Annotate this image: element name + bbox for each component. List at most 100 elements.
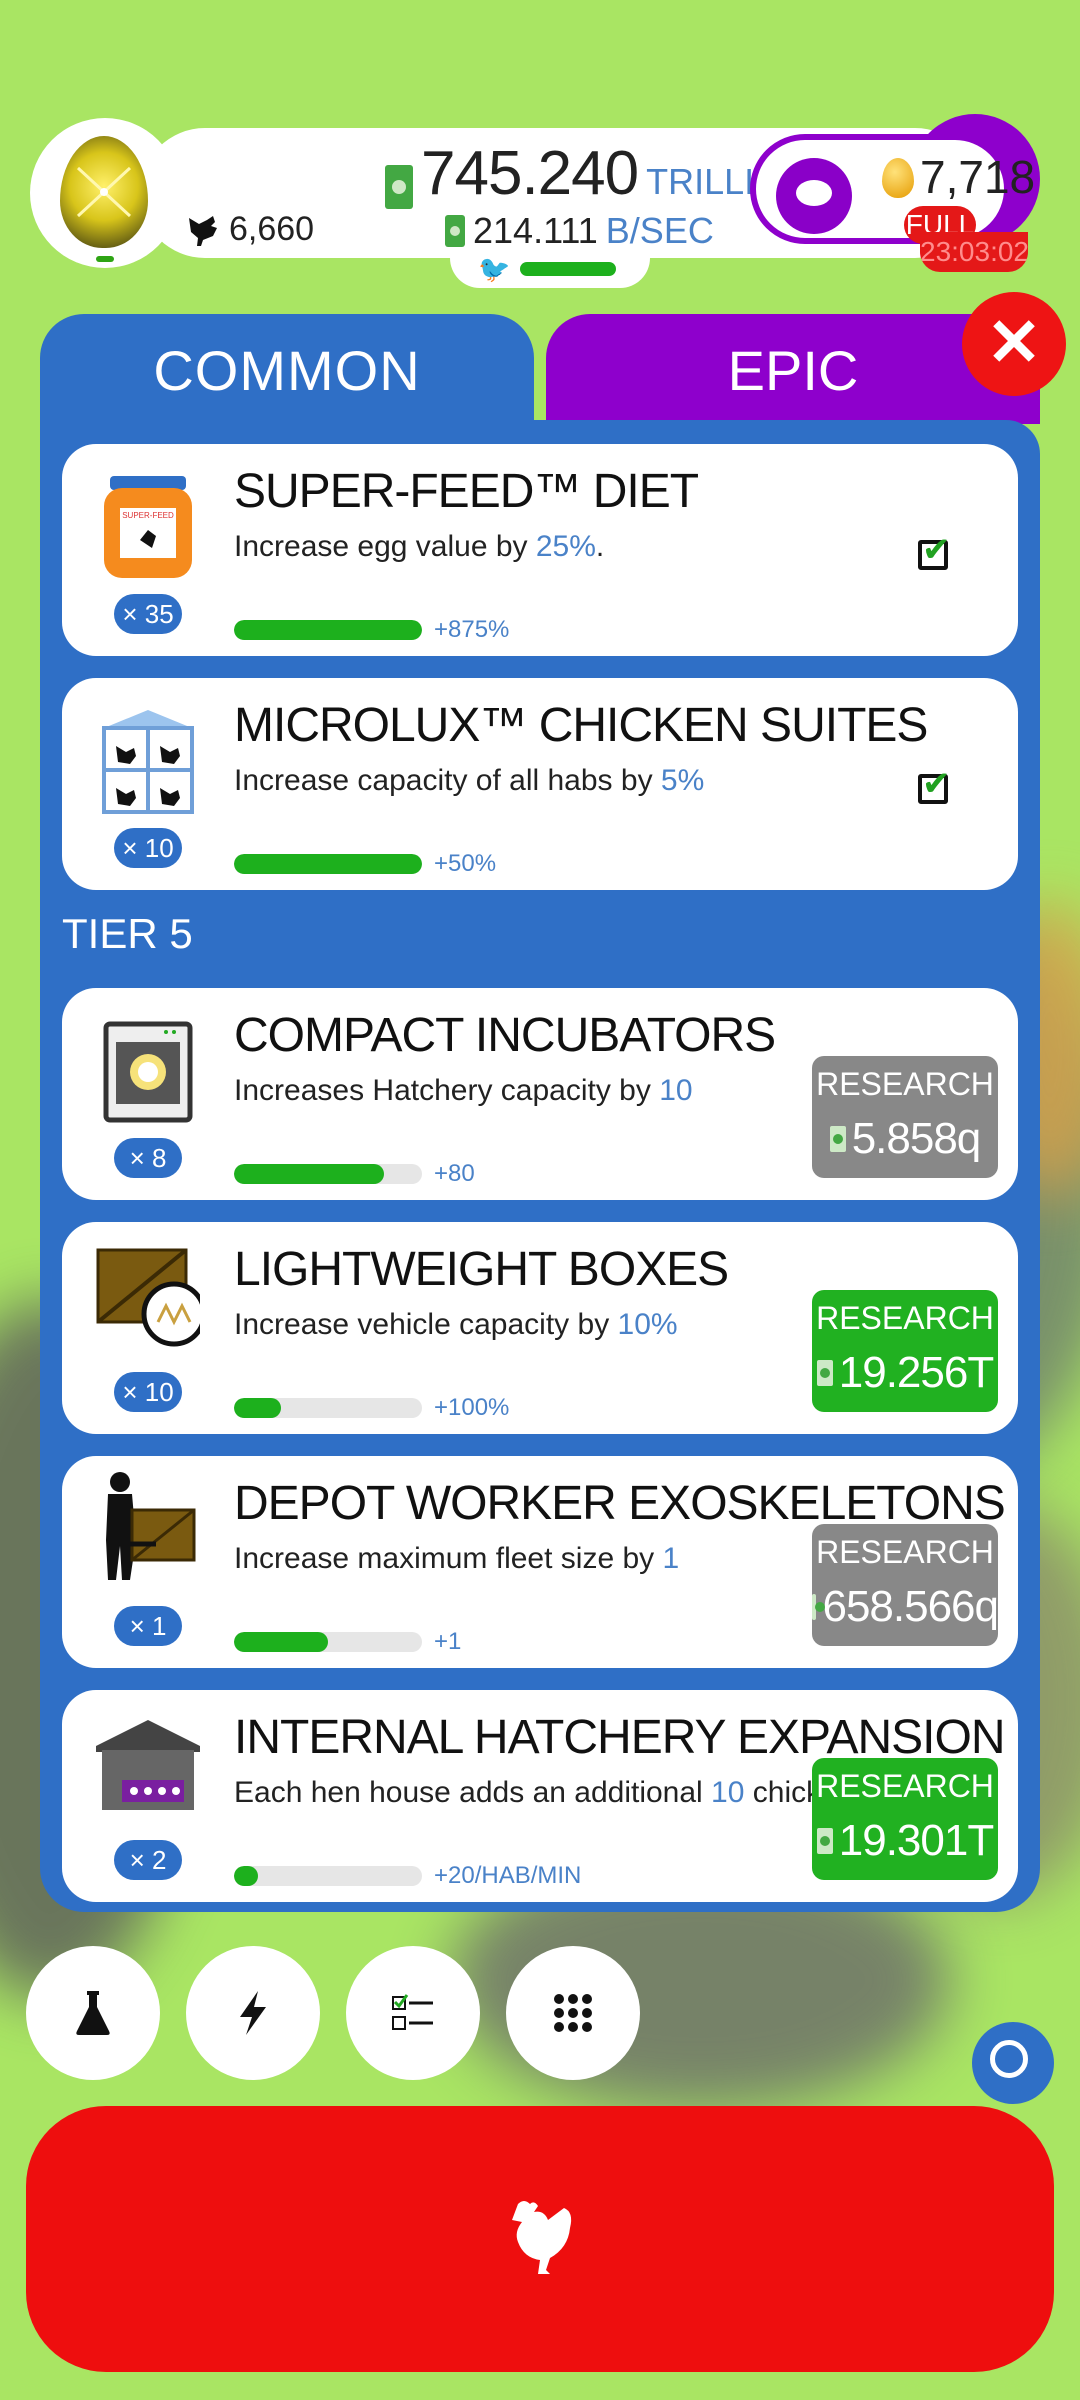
research-description: Increase egg value by 25%. <box>234 530 604 564</box>
research-progress-label: +1 <box>434 1628 462 1655</box>
egg-sparkle-icon <box>76 166 132 218</box>
research-level: × 10 <box>114 1372 182 1412</box>
research-progress <box>234 620 422 640</box>
menu-grid-button[interactable] <box>506 1946 640 2080</box>
research-description: Increase vehicle capacity by 10% <box>234 1308 678 1342</box>
lightning-icon <box>240 1991 266 2035</box>
complete-check-icon <box>918 764 951 804</box>
research-level: × 10 <box>114 828 182 868</box>
worker-exoskeleton-icon <box>106 1472 196 1580</box>
cash-icon <box>385 165 413 209</box>
desc-value: 10 <box>711 1776 745 1809</box>
progress-fill <box>234 1866 259 1886</box>
research-button[interactable]: RESEARCH 19.256T <box>812 1290 998 1412</box>
money-value: 745.240 <box>421 139 639 208</box>
research-tabs: COMMON EPIC <box>40 314 1040 444</box>
svg-text:SUPER-FEED: SUPER-FEED <box>122 511 174 520</box>
grid-icon <box>554 1994 592 2032</box>
research-title: DEPOT WORKER EXOSKELETONS <box>234 1477 1006 1530</box>
cash-icon <box>812 1594 827 1620</box>
golden-egg-icon <box>882 158 914 198</box>
golden-egg-count: 7,718 <box>920 151 1036 203</box>
research-description: Increase capacity of all habs by 5% <box>234 764 704 798</box>
research-cost-value: 19.256T <box>838 1348 994 1397</box>
close-button[interactable]: ✕ <box>962 292 1066 396</box>
research-lab-button[interactable] <box>26 1946 160 2080</box>
research-title: LIGHTWEIGHT BOXES <box>234 1243 729 1296</box>
piggy-pill: 7,718 FULL <box>750 134 1035 244</box>
drone-bird-icon: 🐦 <box>478 254 511 284</box>
desc-value: 5% <box>660 764 705 797</box>
chicken-icon <box>512 2201 572 2274</box>
desc-prefix: Increase maximum fleet size by <box>234 1542 663 1575</box>
research-progress <box>234 854 422 874</box>
research-progress-label: +80 <box>434 1160 475 1187</box>
research-title: SUPER-FEED™ DIET <box>234 465 699 518</box>
progress-fill <box>234 620 422 640</box>
income-rate: 214.111 B/SEC <box>445 210 714 252</box>
research-button[interactable]: RESEARCH 5.858q <box>812 1056 998 1178</box>
cash-icon <box>816 1828 833 1854</box>
research-title: INTERNAL HATCHERY EXPANSION <box>234 1711 1006 1764</box>
chicken-suites-icon <box>102 710 194 814</box>
research-card-lightweight-boxes: × 10 LIGHTWEIGHT BOXES Increase vehicle … <box>62 1222 1018 1434</box>
research-cost: 19.301T <box>812 1816 998 1866</box>
desc-prefix: Increases Hatchery capacity by <box>234 1074 660 1107</box>
desc-prefix: Increase egg value by <box>234 530 536 563</box>
research-button-label: RESEARCH <box>816 1300 994 1336</box>
research-button-label: RESEARCH <box>816 1768 994 1804</box>
progress-fill <box>234 1398 281 1418</box>
research-panel[interactable]: SUPER-FEED × 35 SUPER-FEED™ DIET Increas… <box>40 420 1040 1912</box>
flask-icon <box>76 1991 110 2035</box>
research-button-label: RESEARCH <box>816 1534 994 1570</box>
cash-icon <box>829 1126 846 1152</box>
desc-prefix: Increase vehicle capacity by <box>234 1308 618 1341</box>
research-level: × 8 <box>114 1138 182 1178</box>
research-card-compact-incubators: × 8 COMPACT INCUBATORS Increases Hatcher… <box>62 988 1018 1200</box>
desc-prefix: Increase capacity of all habs by <box>234 764 661 797</box>
research-button[interactable]: RESEARCH 658.566q <box>812 1524 999 1646</box>
rate-value: 214.111 <box>473 210 598 251</box>
boosts-button[interactable] <box>186 1946 320 2080</box>
research-level: × 2 <box>114 1840 182 1880</box>
research-progress <box>234 1632 422 1652</box>
settings-circle-button[interactable] <box>972 2022 1054 2104</box>
research-progress-label: +875% <box>434 616 510 643</box>
tier-heading: TIER 5 <box>62 910 193 957</box>
cash-icon <box>816 1360 833 1386</box>
research-description: Increase maximum fleet size by 1 <box>234 1542 679 1576</box>
research-card-super-feed: SUPER-FEED × 35 SUPER-FEED™ DIET Increas… <box>62 444 1018 656</box>
egg-progress-dot <box>96 256 114 262</box>
research-card-hatchery-expansion: × 2 INTERNAL HATCHERY EXPANSION Each hen… <box>62 1690 1018 1902</box>
hen-house-icon <box>96 1720 200 1810</box>
research-button[interactable]: RESEARCH 19.301T <box>812 1758 998 1880</box>
research-progress-label: +100% <box>434 1394 510 1421</box>
progress-fill <box>234 1164 385 1184</box>
piggy-bank-icon <box>776 158 852 234</box>
checklist-icon <box>392 1994 433 2030</box>
research-cost-value: 5.858q <box>851 1114 982 1163</box>
research-cost: 658.566q <box>812 1582 999 1632</box>
chicken-icon <box>189 215 217 246</box>
research-cost-value: 19.301T <box>838 1816 994 1865</box>
desc-value: 1 <box>662 1542 680 1575</box>
research-title: COMPACT INCUBATORS <box>234 1009 776 1062</box>
egg-badge[interactable] <box>30 118 180 268</box>
hatch-chicken-button[interactable] <box>26 2106 1054 2372</box>
research-level: × 35 <box>114 594 182 634</box>
event-timer: 23:03:02 <box>920 232 1028 272</box>
complete-check-icon <box>918 530 951 570</box>
desc-value: 10 <box>659 1074 693 1107</box>
boxes-icon <box>96 1248 200 1347</box>
desc-value: 10% <box>617 1308 678 1341</box>
desc-suffix: . <box>595 530 605 563</box>
research-progress <box>234 1398 422 1418</box>
research-cost: 19.256T <box>812 1348 998 1398</box>
progress-fill <box>234 854 422 874</box>
drone-status[interactable]: 🐦 <box>450 248 650 288</box>
missions-button[interactable] <box>346 1946 480 2080</box>
research-progress-label: +20/HAB/MIN <box>434 1862 582 1889</box>
research-card-exoskeletons: × 1 DEPOT WORKER EXOSKELETONS Increase m… <box>62 1456 1018 1668</box>
research-cost-value: 658.566q <box>822 1582 999 1631</box>
chicken-count-value: 6,660 <box>229 210 315 248</box>
